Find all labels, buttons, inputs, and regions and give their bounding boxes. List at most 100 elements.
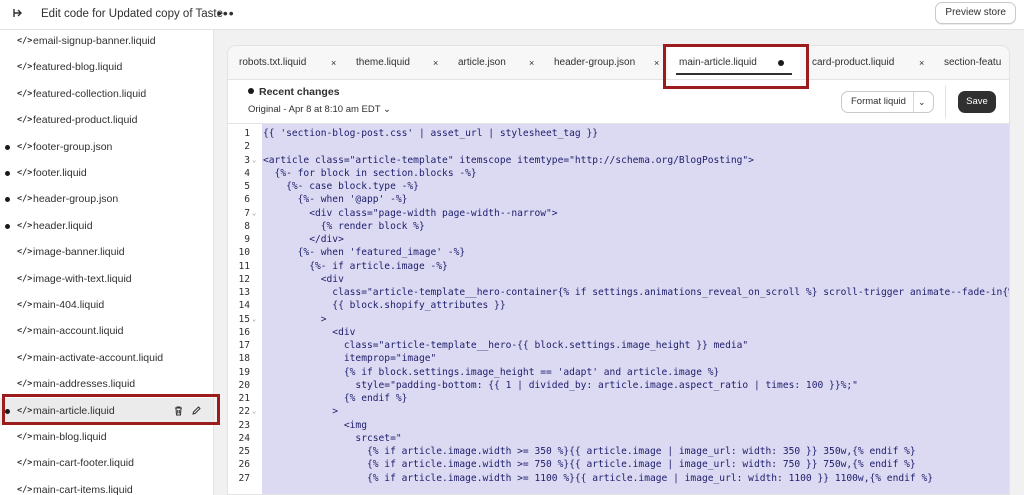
fold-chevron-icon[interactable]: ⌄: [252, 313, 256, 326]
code-file-icon: </>: [17, 405, 33, 416]
code-text: class="article-template__hero-{{ block.s…: [263, 340, 749, 351]
code-file-icon: </>: [17, 379, 33, 390]
code-text: <div class="page-width page-width--narro…: [263, 207, 558, 219]
code-line: 2: [228, 140, 1009, 153]
close-icon[interactable]: ×: [331, 46, 336, 79]
file-sidebar: </> email-signup-banner.liquid </> featured…: [0, 30, 214, 495]
code-text: {% endif %}: [263, 393, 408, 404]
sidebar-file-item[interactable]: </> email-signup-banner.liquid: [0, 30, 213, 54]
sidebar-file-item[interactable]: </> image-banner.liquid: [0, 239, 213, 265]
back-icon[interactable]: [8, 6, 26, 24]
preview-store-button[interactable]: Preview store: [935, 2, 1016, 24]
code-line: 20 style="padding-bottom: {{ 1 | divided…: [228, 379, 1009, 392]
code-text: {{ block.shopify_attributes }}: [263, 300, 506, 312]
code-file-icon: </>: [17, 220, 33, 231]
line-number: 7: [244, 207, 250, 219]
sidebar-file-label: featured-product.liquid: [33, 114, 138, 127]
code-line: 5 {%- case block.type -%}: [228, 180, 1009, 193]
sidebar-file-item[interactable]: </> featured-collection.liquid: [0, 81, 213, 107]
version-select[interactable]: Original - Apr 8 at 8:10 am EDT ⌄: [248, 104, 391, 115]
close-icon[interactable]: ×: [654, 46, 659, 79]
code-line: 12 <div: [228, 273, 1009, 286]
sidebar-file-label: header-group.json: [33, 193, 119, 206]
code-text: {%- for block in section.blocks -%}: [263, 167, 477, 179]
code-area[interactable]: 1 {{ 'section-blog-post.css' | asset_url …: [228, 124, 1009, 494]
line-number: 16: [238, 326, 250, 338]
close-icon[interactable]: ×: [919, 46, 924, 79]
sidebar-file-item[interactable]: </> main-article.liquid: [0, 397, 213, 424]
code-text: {% if article.image.width >= 350 %}{{ ar…: [263, 446, 916, 457]
pencil-icon[interactable]: [190, 405, 202, 417]
line-number: 21: [238, 393, 250, 404]
tab-2[interactable]: article.json ×: [447, 46, 543, 79]
code-editor-panel: robots.txt.liquid × theme.liquid × article.j…: [227, 45, 1010, 495]
sidebar-file-item[interactable]: </> featured-product.liquid: [0, 107, 213, 133]
code-file-icon: </>: [17, 247, 33, 258]
sidebar-file-item[interactable]: </> main-cart-footer.liquid: [0, 450, 213, 476]
sidebar-file-item[interactable]: </> main-cart-items.liquid: [0, 477, 213, 495]
code-text: {{ 'section-blog-post.css' | asset_url |…: [263, 128, 599, 139]
tab-4[interactable]: main-article.liquid: [668, 46, 800, 79]
code-line: 16 <div: [228, 326, 1009, 339]
recent-changes-title: Recent changes: [248, 86, 340, 98]
code-text: <div: [263, 273, 344, 285]
code-text: </div>: [263, 234, 344, 245]
exit-icon: [13, 9, 22, 17]
divider: [913, 92, 914, 112]
sidebar-file-item[interactable]: </> footer.liquid: [0, 160, 213, 186]
save-button[interactable]: Save: [958, 91, 996, 113]
sidebar-file-label: footer.liquid: [33, 167, 87, 179]
code-line: 18 itemprop="image": [228, 352, 1009, 365]
line-number: 15: [238, 313, 250, 325]
modified-dot: [5, 223, 10, 229]
sidebar-file-label: main-article.liquid: [33, 404, 115, 417]
fold-chevron-icon[interactable]: ⌄: [252, 154, 256, 167]
sidebar-file-label: main-cart-footer.liquid: [33, 457, 134, 470]
code-text: {%- if article.image -%}: [263, 260, 448, 272]
tab-label: article.json: [458, 57, 506, 68]
tab-0[interactable]: robots.txt.liquid ×: [228, 46, 345, 79]
tab-3[interactable]: header-group.json ×: [543, 46, 668, 79]
sidebar-file-item[interactable]: </> main-blog.liquid: [0, 424, 213, 450]
sidebar-file-label: main-addresses.liquid: [33, 378, 136, 391]
tab-6[interactable]: section-featu: [933, 46, 1009, 79]
sidebar-file-item[interactable]: </> main-activate-account.liquid: [0, 345, 213, 371]
code-line: 11 {%- if article.image -%}: [228, 260, 1009, 273]
code-line: 7 ⌄ <div class="page-width page-width--na…: [228, 207, 1009, 220]
trash-icon[interactable]: [172, 405, 184, 417]
code-file-icon: </>: [17, 62, 33, 73]
tab-5[interactable]: card-product.liquid ×: [800, 46, 933, 79]
sidebar-file-item[interactable]: </> header-group.json: [0, 186, 213, 212]
sidebar-file-item[interactable]: </> featured-blog.liquid: [0, 54, 213, 80]
sidebar-file-item[interactable]: </> footer-group.json: [0, 134, 213, 160]
code-line: 3 ⌄ <article class="article-template" item…: [228, 154, 1009, 167]
sidebar-file-label: footer-group.json: [33, 140, 113, 153]
sidebar-file-item[interactable]: </> main-404.liquid: [0, 292, 213, 318]
code-text: {% if article.image.width >= 750 %}{{ ar…: [263, 459, 916, 471]
recent-changes-label: Recent changes: [259, 86, 340, 98]
close-icon[interactable]: ×: [529, 46, 534, 79]
modified-dot: [248, 88, 254, 94]
close-icon[interactable]: ×: [433, 46, 438, 79]
code-text: {% render block %}: [263, 220, 425, 232]
tab-1[interactable]: theme.liquid ×: [345, 46, 447, 79]
format-liquid-label: Format liquid: [851, 96, 906, 107]
sidebar-file-item[interactable]: </> main-account.liquid: [0, 318, 213, 344]
code-text: {%- case block.type -%}: [263, 181, 419, 192]
sidebar-file-label: image-banner.liquid: [33, 246, 125, 259]
sidebar-file-item[interactable]: </> main-addresses.liquid: [0, 371, 213, 397]
sidebar-file-item[interactable]: </> image-with-text.liquid: [0, 266, 213, 292]
chevron-down-icon[interactable]: ⌄: [918, 92, 926, 112]
line-number: 14: [238, 300, 250, 312]
fold-chevron-icon[interactable]: ⌄: [252, 207, 256, 220]
fold-chevron-icon[interactable]: ⌄: [252, 405, 256, 418]
code-text: >: [263, 313, 327, 325]
more-actions-button[interactable]: •••: [217, 5, 235, 21]
format-liquid-button[interactable]: Format liquid ⌄: [841, 91, 934, 113]
code-line: 21 {% endif %}: [228, 392, 1009, 405]
modified-dot: [5, 408, 10, 414]
code-line: 27 {% if article.image.width >= 1100 %}{…: [228, 472, 1009, 485]
sidebar-file-label: main-activate-account.liquid: [33, 351, 164, 364]
sidebar-file-item[interactable]: </> header.liquid: [0, 213, 213, 239]
code-line: 24 srcset=": [228, 432, 1009, 445]
